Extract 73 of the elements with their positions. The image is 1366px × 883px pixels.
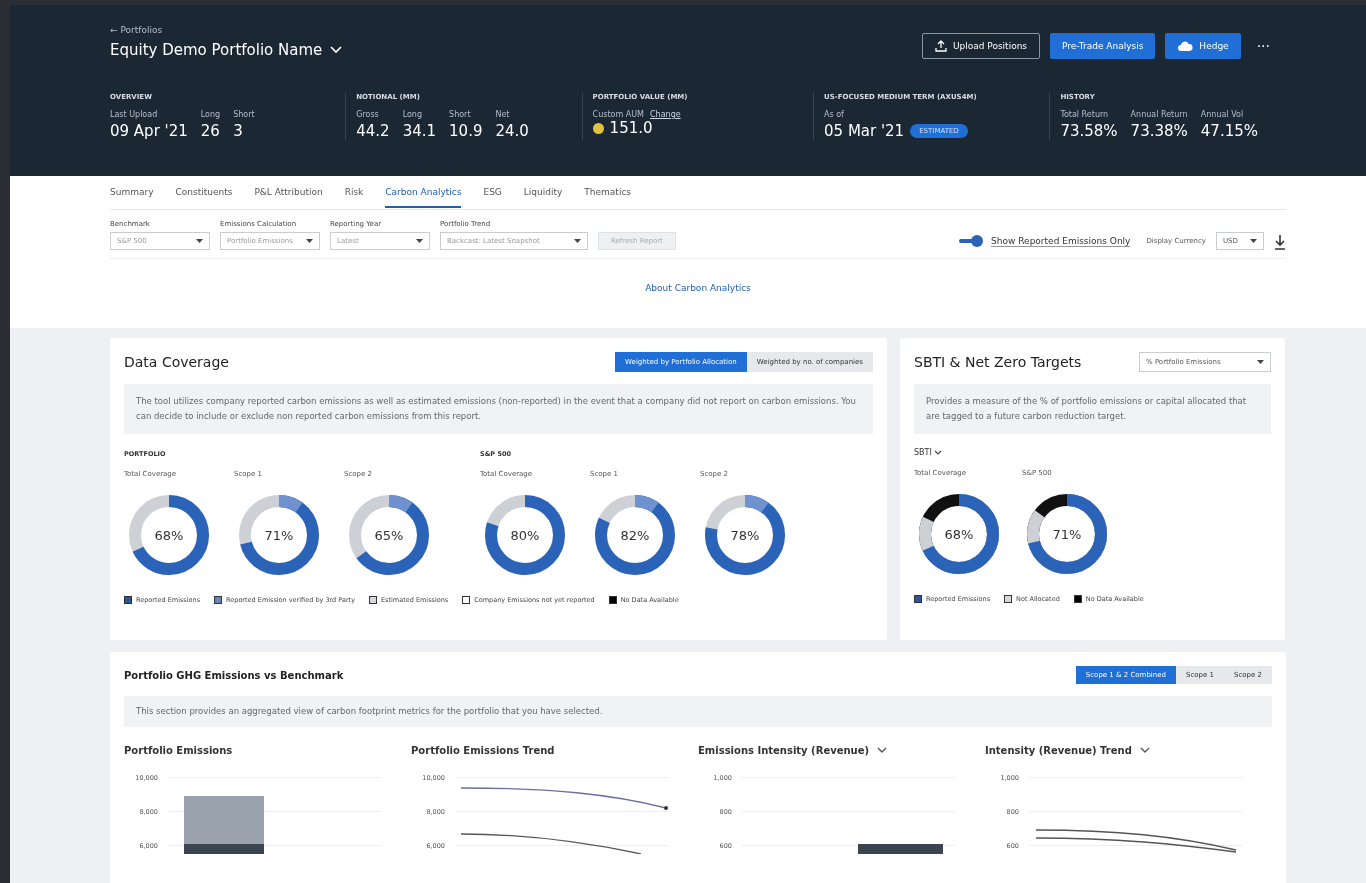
stat-value: 10.9 — [449, 122, 483, 140]
stat-value: 05 Mar '21 — [824, 122, 905, 140]
chart-title: Portfolio Emissions Trend — [411, 744, 555, 756]
header-button[interactable]: Upload Positions — [921, 33, 1041, 59]
header-button[interactable]: Hedge — [1165, 33, 1241, 59]
card-title: SBTI & Net Zero Targets — [914, 354, 1082, 370]
donut-value: 82% — [620, 527, 650, 543]
chart-title: Portfolio Emissions — [124, 744, 233, 756]
change-link[interactable]: Change — [650, 110, 681, 119]
stat-label: Annual Vol — [1200, 110, 1245, 119]
stat-value: 09 Apr '21 — [110, 122, 188, 140]
chart-title: Emissions Intensity (Revenue) — [698, 744, 870, 756]
stat-label: Total Return — [1060, 110, 1110, 119]
caret-down-icon — [574, 239, 581, 243]
tab[interactable]: Summary — [110, 177, 154, 208]
stat-value: 44.2 — [356, 122, 390, 140]
description-text: This section provides an aggregated view of carbon footprint metrics for the portfolio that you have selected. — [124, 696, 1272, 727]
caret-down-icon — [1257, 360, 1264, 364]
cloud-icon — [1177, 41, 1194, 51]
stat-value: 47.15% — [1200, 122, 1258, 140]
stat-label: Long — [200, 110, 221, 119]
tab[interactable]: Risk — [344, 177, 364, 208]
donut-value: 71% — [1052, 526, 1082, 542]
stat-label: Custom AUM — [592, 110, 644, 119]
stat-value: 26 — [200, 122, 220, 140]
header-button[interactable]: Pre-Trade Analysis — [1050, 33, 1156, 59]
download-icon[interactable] — [1274, 234, 1286, 250]
stat-label: Net — [495, 110, 511, 119]
upload-icon — [934, 40, 947, 52]
tab[interactable]: Thematics — [584, 177, 632, 208]
tab[interactable]: ESG — [483, 177, 502, 208]
stat-label: Short — [449, 110, 472, 119]
breadcrumb-link[interactable]: ← Portfolios — [110, 25, 343, 35]
stat-value: 73.38% — [1130, 122, 1188, 140]
tab[interactable]: Constituents — [175, 177, 233, 208]
chevron-down-icon — [934, 449, 943, 455]
stat-value: 24.0 — [495, 122, 529, 140]
stat-value: 151.0 — [609, 119, 653, 137]
stat-label: As of — [824, 110, 845, 119]
toggle-label: Show Reported Emissions Only — [991, 236, 1131, 247]
description-text: Provides a measure of the % of portfolio emissions or capital allocated that are tagged to a future carbon reduction target. — [914, 384, 1271, 434]
donut-value: 78% — [730, 527, 760, 543]
card-title: Data Coverage — [124, 354, 229, 370]
more-button[interactable]: ··· — [1250, 38, 1276, 54]
donut-value: 68% — [944, 526, 974, 542]
caret-down-icon — [416, 239, 423, 243]
caret-down-icon — [196, 239, 203, 243]
caret-down-icon — [306, 239, 313, 243]
tab[interactable]: P&L Attribution — [254, 177, 323, 208]
sbti-dropdown[interactable]: SBTI — [914, 447, 1271, 457]
chevron-down-icon[interactable] — [877, 746, 888, 754]
stat-label: Short — [233, 110, 255, 119]
stat-label: Last Upload — [110, 110, 159, 119]
donut-value: 65% — [374, 527, 404, 543]
stat-label: Long — [402, 110, 423, 119]
stat-value: 34.1 — [402, 122, 437, 140]
description-text: The tool utilizes company reported carbon emissions as well as estimated emissions (non-reported) in the event that a company did not report on carbon emissions. You can decide to include or exclude non reported carbon emissions from this report. — [124, 384, 873, 434]
stat-label: Gross — [356, 110, 380, 119]
donut-value: 68% — [154, 527, 184, 543]
card-title: Portfolio GHG Emissions vs Benchmark — [124, 669, 344, 681]
tab[interactable]: Carbon Analytics — [385, 177, 462, 208]
chevron-down-icon[interactable] — [1139, 746, 1150, 754]
tab[interactable]: Liquidity — [523, 177, 563, 208]
caret-down-icon — [1250, 239, 1257, 243]
chart-title: Intensity (Revenue) Trend — [985, 744, 1132, 756]
donut-value: 80% — [510, 527, 540, 543]
donut-value: 71% — [264, 527, 294, 543]
coin-icon — [592, 122, 604, 134]
stat-value: 73.58% — [1060, 122, 1118, 140]
stat-label: Annual Return — [1130, 110, 1188, 119]
stat-value: 3 — [233, 122, 243, 140]
portfolio-title: Equity Demo Portfolio Name — [110, 41, 323, 59]
about-link[interactable]: About Carbon Analytics — [645, 283, 751, 293]
